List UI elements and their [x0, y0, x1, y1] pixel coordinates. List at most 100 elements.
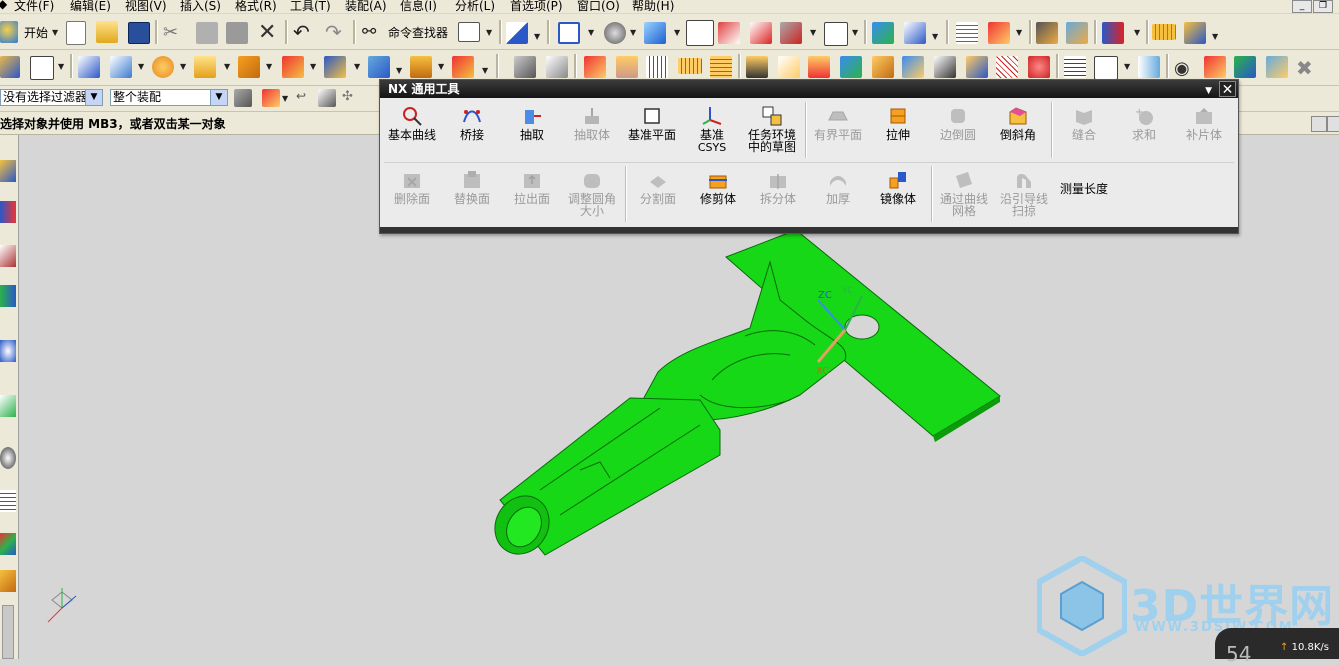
thicken-button[interactable]: 加厚 — [809, 164, 867, 224]
layer-settings-icon[interactable] — [956, 22, 978, 44]
sweep-along-guide-button[interactable]: 沿引导线 扫掠 — [995, 164, 1053, 224]
extrude-button[interactable]: 拉伸 — [869, 100, 927, 160]
datum-csys-button[interactable]: 基准 CSYS — [683, 100, 741, 160]
palette-icon[interactable] — [0, 570, 16, 592]
block-icon[interactable] — [238, 56, 260, 78]
bounded-plane-button[interactable]: 有界平面 — [809, 100, 867, 160]
background-icon[interactable] — [824, 22, 848, 46]
play-animation-icon[interactable] — [1102, 22, 1124, 44]
menu-assemblies[interactable]: 装配(A) — [345, 0, 387, 13]
mold-drawing-icon[interactable] — [1094, 56, 1118, 80]
menu-information[interactable]: 信息(I) — [400, 0, 437, 13]
extrude-toolbar-icon[interactable] — [194, 56, 216, 78]
unite-button[interactable]: + 求和 — [1115, 100, 1173, 160]
sphere-icon[interactable] — [152, 56, 174, 78]
general-filter-icon[interactable] — [234, 89, 252, 107]
resource-scrollbar[interactable] — [2, 605, 14, 659]
restore-icon[interactable]: ❐ — [1313, 0, 1333, 13]
save-icon[interactable] — [128, 22, 150, 44]
mold-check-icon[interactable] — [1204, 56, 1226, 78]
new-file-icon[interactable] — [66, 21, 86, 45]
analysis-icon[interactable] — [1036, 22, 1058, 44]
wrench-icon[interactable]: ✖ — [1296, 56, 1318, 80]
delete-icon[interactable]: ✕ — [258, 20, 280, 45]
electrode-icon[interactable] — [934, 56, 956, 78]
measure-distance-icon[interactable] — [1152, 24, 1176, 40]
shaded-mode-icon[interactable] — [686, 20, 714, 46]
menu-edit[interactable]: 编辑(E) — [70, 0, 111, 13]
trim-mold-icon[interactable] — [996, 56, 1018, 78]
move-component-icon[interactable] — [872, 22, 894, 44]
divide-face-button[interactable]: 分割面 — [629, 164, 687, 224]
redo-icon[interactable]: ↷ — [325, 20, 347, 44]
ejector-pin-icon[interactable] — [746, 56, 768, 78]
section-icon[interactable] — [452, 56, 474, 78]
type-filter-select[interactable]: 没有选择过滤器 ▼ — [0, 89, 103, 106]
rotate-view-icon[interactable] — [604, 22, 626, 44]
mold-base-icon[interactable] — [678, 58, 702, 74]
selection-intent-icon[interactable] — [262, 89, 280, 107]
pattern-icon[interactable] — [368, 56, 390, 78]
wireframe-icon[interactable] — [750, 22, 772, 44]
roles-icon[interactable] — [0, 533, 16, 555]
info-icon[interactable] — [1066, 22, 1088, 44]
mold-tools-icon[interactable] — [1028, 56, 1050, 78]
start-button[interactable]: 开始 — [24, 24, 48, 41]
sew-button[interactable]: 缝合 — [1055, 100, 1113, 160]
history-icon[interactable] — [0, 395, 16, 417]
through-curve-mesh-button[interactable]: 通过曲线 网格 — [935, 164, 993, 224]
extract-body-button[interactable]: 抽取体 — [563, 100, 621, 160]
menu-app-icon[interactable]: ◆ — [0, 0, 7, 11]
gate-icon[interactable] — [840, 56, 862, 78]
offset-icon[interactable] — [324, 56, 346, 78]
patch-body-button[interactable]: 补片体 — [1175, 100, 1233, 160]
menu-insert[interactable]: 插入(S) — [180, 0, 221, 13]
bridge-curve-button[interactable]: 桥接 — [443, 100, 501, 160]
sketch-icon[interactable] — [0, 56, 20, 78]
wcs-icon[interactable] — [988, 22, 1010, 44]
bill-of-material-icon[interactable] — [1064, 56, 1086, 78]
sheet-metal-icon[interactable] — [514, 56, 536, 78]
part-navigator-icon[interactable] — [0, 245, 16, 267]
standard-parts-icon[interactable] — [710, 56, 732, 78]
mold-cavity-icon[interactable] — [646, 56, 668, 78]
measure-angle-icon[interactable] — [1184, 22, 1206, 44]
menu-analysis[interactable]: 分析(L) — [455, 0, 495, 13]
selection-scope-select[interactable]: 整个装配 ▼ — [110, 89, 228, 106]
chevron-down-icon[interactable]: ▼ — [210, 90, 227, 105]
fit-view-icon[interactable] — [558, 22, 580, 44]
mold-wizard-icon[interactable] — [584, 56, 606, 78]
assembly-constraint-icon[interactable] — [904, 22, 926, 44]
undo-icon[interactable]: ↶ — [293, 20, 315, 44]
extract-button[interactable]: 抽取 — [503, 100, 561, 160]
chevron-down-icon[interactable]: ▼ — [85, 90, 102, 105]
datum-plane-button[interactable]: 基准平面 — [623, 100, 681, 160]
draft-icon[interactable] — [410, 56, 432, 78]
runner-icon[interactable] — [872, 56, 894, 78]
sketch-in-task-button[interactable]: 任务环境 中的草图 — [743, 100, 801, 160]
undo-selection-icon[interactable]: ↩ — [296, 89, 310, 107]
clock-icon[interactable] — [0, 447, 16, 469]
view-manager-icon[interactable] — [1138, 56, 1160, 78]
menu-tools[interactable]: 工具(T) — [290, 0, 331, 13]
resize-blend-button[interactable]: 调整圆角 大小 — [563, 164, 621, 224]
web-browser-icon[interactable] — [0, 340, 16, 362]
menu-view[interactable]: 视图(V) — [125, 0, 167, 13]
split-body-button[interactable]: 拆分体 — [749, 164, 807, 224]
replace-face-button[interactable]: 替换面 — [443, 164, 501, 224]
reuse-library-icon[interactable] — [0, 285, 16, 307]
orient-view-icon[interactable] — [644, 22, 666, 44]
minimize-icon[interactable]: _ — [1292, 0, 1312, 13]
trim-icon[interactable] — [282, 56, 304, 78]
command-finder-button[interactable]: 命令查找器 — [388, 24, 448, 41]
edge-blend-button[interactable]: 边倒圆 — [929, 100, 987, 160]
casting-process-icon[interactable] — [1234, 56, 1256, 78]
cooling-icon[interactable] — [902, 56, 924, 78]
slider-lifter-icon[interactable] — [778, 56, 800, 78]
palette-options-icon[interactable]: ▼ — [1205, 82, 1212, 100]
deselect-icon[interactable] — [318, 89, 336, 107]
eye-icon[interactable]: ◉ — [1174, 58, 1196, 80]
menu-help[interactable]: 帮助(H) — [632, 0, 674, 13]
datum-icon[interactable] — [30, 56, 54, 80]
parting-icon[interactable] — [616, 56, 638, 78]
